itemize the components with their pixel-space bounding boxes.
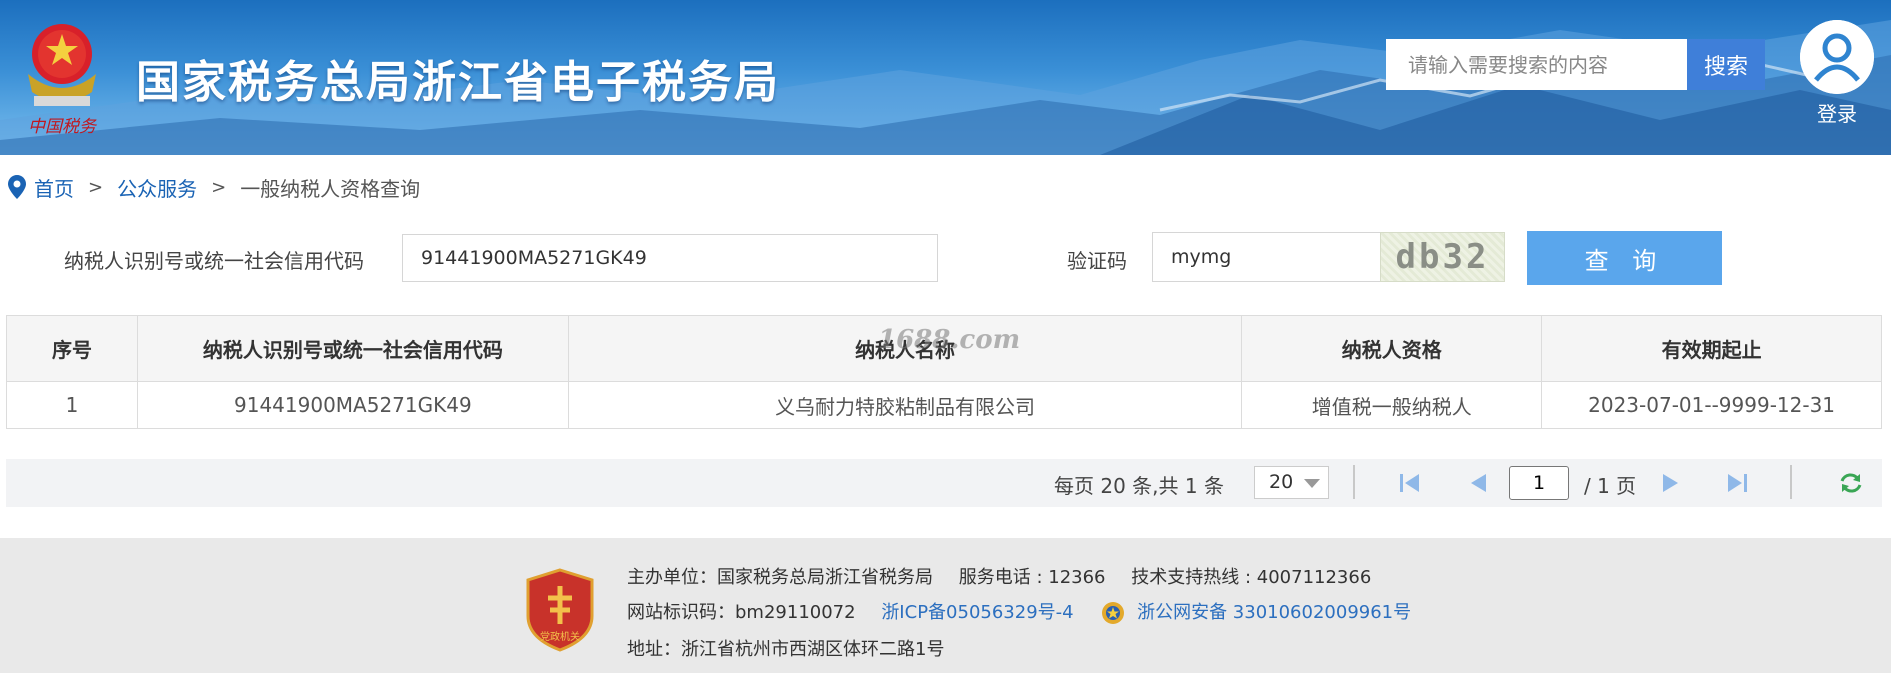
cell-taxpayer-name: 义乌耐力特胶粘制品有限公司 bbox=[567, 381, 1243, 429]
captcha-image[interactable]: db32 bbox=[1380, 232, 1505, 282]
footer: 党政机关 主办单位：国家税务总局浙江省税务局 服务电话 : 12366 技术支持… bbox=[0, 538, 1891, 673]
column-header-validity: 有效期起止 bbox=[1541, 315, 1882, 382]
cell-index: 1 bbox=[6, 381, 138, 429]
breadcrumb-separator: > bbox=[211, 176, 227, 198]
footer-line-sponsor: 主办单位：国家税务总局浙江省税务局 服务电话 : 12366 技术支持热线 : … bbox=[627, 563, 1371, 589]
column-header-taxpayer-id: 纳税人识别号或统一社会信用代码 bbox=[136, 315, 569, 382]
footer-police-record-link[interactable]: 浙公网安备 33010602009961号 bbox=[1137, 602, 1411, 623]
footer-icp-link[interactable]: 浙ICP备05056329号-4 bbox=[881, 602, 1073, 623]
breadcrumb-home[interactable]: 首页 bbox=[34, 173, 74, 202]
footer-site-code: 网站标识码：bm29110072 bbox=[627, 602, 856, 623]
first-page-icon[interactable] bbox=[1397, 471, 1423, 495]
pager-divider bbox=[1353, 465, 1355, 499]
page-size-value[interactable]: 20 bbox=[1269, 471, 1293, 493]
query-button[interactable]: 查 询 bbox=[1527, 231, 1722, 285]
search-button[interactable]: 搜索 bbox=[1687, 39, 1765, 90]
header-banner: 中国税务 国家税务总局浙江省电子税务局 搜索 登录 bbox=[0, 0, 1891, 155]
location-pin-icon bbox=[8, 175, 26, 199]
total-pages: / 1 页 bbox=[1584, 474, 1637, 498]
footer-line-records: 网站标识码：bm29110072 浙ICP备05056329号-4 浙公网安备 … bbox=[627, 598, 1411, 625]
pagination-bar: 每页 20 条,共 1 条 20 / 1 页 bbox=[6, 459, 1882, 507]
police-emblem-icon bbox=[1102, 602, 1125, 624]
login-label[interactable]: 登录 bbox=[1800, 98, 1874, 127]
tax-emblem-logo: 中国税务 bbox=[28, 24, 98, 137]
footer-address: 地址：浙江省杭州市西湖区体环二路1号 bbox=[627, 639, 945, 660]
captcha-label: 验证码 bbox=[1067, 249, 1127, 273]
page-number-input[interactable] bbox=[1509, 466, 1569, 500]
watermark-text: 1688.com bbox=[878, 325, 1021, 355]
last-page-icon[interactable] bbox=[1724, 471, 1750, 495]
next-page-icon[interactable] bbox=[1657, 471, 1683, 495]
cell-qualification: 增值税一般纳税人 bbox=[1241, 381, 1543, 429]
breadcrumb-current: 一般纳税人资格查询 bbox=[240, 176, 421, 201]
refresh-icon[interactable] bbox=[1838, 471, 1864, 495]
chevron-down-icon[interactable] bbox=[1304, 479, 1320, 488]
page-size-select[interactable]: 20 bbox=[1254, 466, 1329, 499]
government-badge-icon[interactable]: 党政机关 bbox=[524, 568, 596, 652]
breadcrumb: 首页 > 公众服务 > 一般纳税人资格查询 bbox=[8, 172, 420, 202]
captcha-input[interactable] bbox=[1152, 232, 1382, 282]
cell-taxpayer-id: 91441900MA5271GK49 bbox=[136, 381, 569, 429]
taxpayer-id-input[interactable] bbox=[402, 234, 938, 282]
footer-sponsor: 主办单位：国家税务总局浙江省税务局 bbox=[627, 567, 933, 588]
previous-page-icon[interactable] bbox=[1466, 471, 1492, 495]
cell-validity: 2023-07-01--9999-12-31 bbox=[1541, 381, 1882, 429]
column-header-index: 序号 bbox=[6, 315, 138, 382]
footer-service-phone: 服务电话 : 12366 bbox=[958, 567, 1106, 588]
pager-divider bbox=[1790, 465, 1792, 499]
login-link[interactable]: 登录 bbox=[1800, 20, 1874, 127]
user-avatar-icon[interactable] bbox=[1800, 20, 1874, 94]
table-row: 1 91441900MA5271GK49 义乌耐力特胶粘制品有限公司 增值税一般… bbox=[6, 381, 1882, 429]
footer-support-hotline: 技术支持热线 : 4007112366 bbox=[1131, 567, 1372, 588]
badge-text: 党政机关 bbox=[540, 630, 580, 643]
site-title: 国家税务总局浙江省电子税务局 bbox=[136, 57, 780, 108]
column-header-qualification: 纳税人资格 bbox=[1241, 315, 1543, 382]
taxpayer-id-label: 纳税人识别号或统一社会信用代码 bbox=[64, 249, 364, 273]
breadcrumb-public-service[interactable]: 公众服务 bbox=[117, 173, 197, 202]
search-input[interactable] bbox=[1386, 39, 1687, 90]
emblem-caption: 中国税务 bbox=[28, 117, 98, 137]
breadcrumb-separator: > bbox=[88, 176, 104, 198]
pagination-summary: 每页 20 条,共 1 条 bbox=[1054, 474, 1224, 498]
